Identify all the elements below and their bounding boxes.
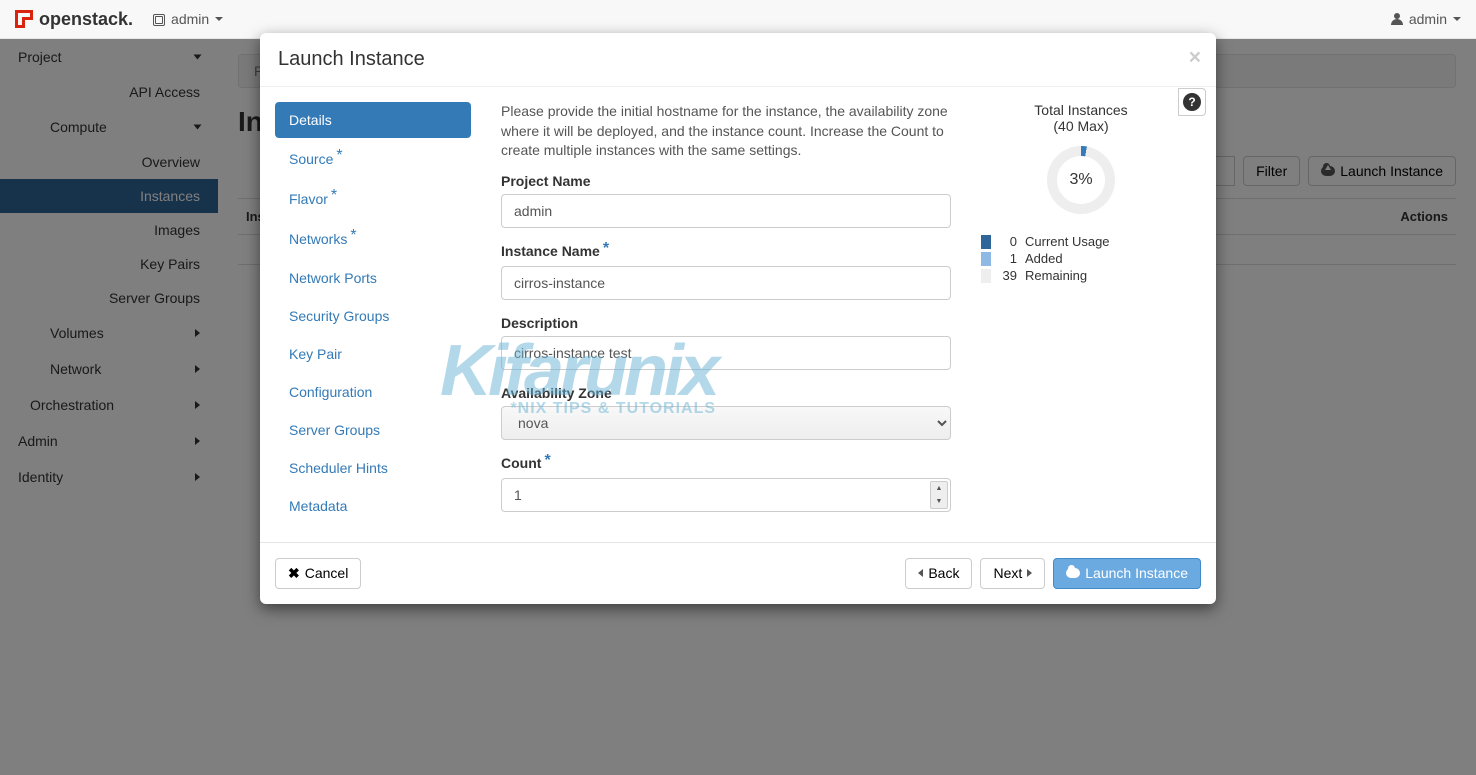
count-label: Count* [501,455,951,473]
legend-row-remaining: 39Remaining [981,268,1181,283]
user-icon [1391,13,1403,25]
brand-logo[interactable]: openstack. [15,9,133,30]
question-icon: ? [1183,93,1201,111]
wizard-step-source[interactable]: Source* [275,140,471,178]
launch-instance-modal: Launch Instance × Details Source* Flavor… [260,33,1216,604]
quota-max: (40 Max) [981,118,1181,134]
wizard-step-details[interactable]: Details [275,102,471,138]
launch-button[interactable]: Launch Instance [1053,558,1201,589]
wizard-step-network-ports[interactable]: Network Ports [275,260,471,296]
quota-panel: Total Instances (40 Max) 3% 0Current Usa… [981,102,1181,527]
project-name-input[interactable] [501,194,951,228]
caret-down-icon [1453,17,1461,21]
description-input[interactable] [501,336,951,370]
chevron-right-icon [1027,569,1032,577]
project-icon [153,14,165,26]
user-dropdown[interactable]: admin [1391,11,1461,27]
user-dropdown-label: admin [1409,11,1447,27]
legend-row-added: 1Added [981,251,1181,266]
availability-zone-label: Availability Zone [501,385,951,401]
quota-donut-chart: 3% [1047,146,1115,214]
count-input[interactable] [501,478,951,512]
wizard-step-flavor[interactable]: Flavor* [275,180,471,218]
brand-text: openstack. [39,9,133,30]
legend-row-current: 0Current Usage [981,234,1181,249]
instance-name-label: Instance Name* [501,243,951,261]
project-dropdown-label: admin [171,11,209,27]
back-button[interactable]: Back [905,558,972,589]
quota-percent: 3% [1047,146,1115,214]
wizard-step-scheduler-hints[interactable]: Scheduler Hints [275,450,471,486]
wizard-step-networks[interactable]: Networks* [275,220,471,258]
wizard-step-server-groups[interactable]: Server Groups [275,412,471,448]
instance-name-input[interactable] [501,266,951,300]
close-icon: ✖ [288,565,300,582]
project-name-label: Project Name [501,173,951,189]
availability-zone-select[interactable]: nova [501,406,951,440]
quota-title: Total Instances [981,102,1181,118]
wizard-step-key-pair[interactable]: Key Pair [275,336,471,372]
caret-down-icon [215,17,223,21]
cloud-upload-icon [1066,568,1080,578]
description-label: Description [501,315,951,331]
openstack-logo-icon [15,10,33,28]
modal-title: Launch Instance [278,48,1198,71]
count-spinner[interactable]: ▲▼ [930,481,948,509]
chevron-left-icon [918,569,923,577]
step-description: Please provide the initial hostname for … [501,102,951,161]
project-dropdown[interactable]: admin [153,11,223,27]
wizard-step-configuration[interactable]: Configuration [275,374,471,410]
cancel-button[interactable]: ✖ Cancel [275,558,361,589]
help-toggle-button[interactable]: ? [1178,88,1206,116]
close-button[interactable]: × [1189,46,1201,70]
wizard-nav: Details Source* Flavor* Networks* Networ… [260,87,486,542]
wizard-step-security-groups[interactable]: Security Groups [275,298,471,334]
next-button[interactable]: Next [980,558,1045,589]
wizard-step-metadata[interactable]: Metadata [275,488,471,524]
